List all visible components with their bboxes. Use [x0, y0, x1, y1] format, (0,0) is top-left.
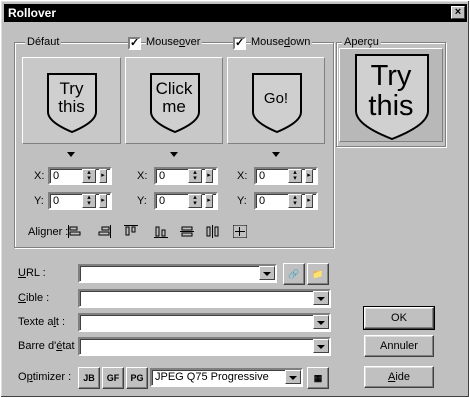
mousedown-y-slider-button[interactable]: ▸ — [305, 194, 313, 208]
help-button[interactable]: Aide — [364, 366, 434, 388]
alt-text-input[interactable] — [78, 313, 331, 332]
default-thumbnail[interactable]: Try this — [22, 57, 121, 144]
preview-panel: Try this — [339, 48, 443, 142]
optimize-dropdown-button[interactable] — [285, 370, 301, 384]
align-left-icon[interactable] — [68, 225, 82, 238]
link-icon: 🔗 — [288, 269, 300, 279]
preview-line1: Try — [370, 60, 412, 92]
title-bar: Rollover × — [4, 4, 467, 22]
jpeg-format-button[interactable]: JB — [78, 367, 100, 389]
optimize-select[interactable]: JPEG Q75 Progressive — [150, 368, 303, 387]
align-center-icon[interactable] — [233, 225, 247, 238]
preview-line2: this — [368, 90, 414, 123]
png-icon: PG — [130, 373, 144, 383]
align-center-horizontal-icon[interactable] — [206, 225, 220, 238]
url-dropdown-button[interactable] — [259, 266, 275, 280]
y-label: Y: — [34, 195, 44, 207]
default-x-slider-button[interactable]: ▸ — [99, 169, 107, 183]
close-icon: × — [454, 6, 462, 18]
chevron-down-icon[interactable] — [272, 152, 280, 157]
url-label: URL : — [18, 267, 46, 279]
gif-format-button[interactable]: GF — [102, 367, 124, 389]
mouseover-thumbnail[interactable]: Click me — [125, 57, 223, 144]
status-bar-label: Barre d'état : — [18, 340, 81, 352]
mousedown-thumb-line1: Go! — [263, 90, 289, 107]
mousedown-x-slider-button[interactable]: ▸ — [305, 169, 313, 183]
chevron-down-icon[interactable] — [67, 152, 75, 157]
align-bottom-icon[interactable] — [154, 225, 168, 238]
align-right-icon[interactable] — [97, 225, 111, 238]
mouseover-thumb-line2: me — [162, 96, 186, 116]
gif-icon: GF — [106, 373, 120, 383]
status-bar-dropdown-button[interactable] — [313, 339, 329, 353]
mouseover-y-slider-button[interactable]: ▸ — [205, 194, 213, 208]
mouseover-x-spinner[interactable]: ▴ ▾ — [188, 169, 202, 183]
x-label: X: — [237, 170, 248, 182]
default-state-label: Défaut — [25, 36, 62, 48]
mousedown-checkbox[interactable]: ✓ — [233, 37, 246, 50]
mousedown-y-spinner[interactable]: ▴ ▾ — [288, 194, 302, 208]
mouseover-y-spinner[interactable]: ▴ ▾ — [188, 194, 202, 208]
browse-link-button[interactable]: 🔗 — [283, 263, 305, 285]
mouseover-x-slider-button[interactable]: ▸ — [205, 169, 213, 183]
optimize-label: Optimizer : — [18, 371, 72, 383]
mouseover-checkbox[interactable]: ✓ — [128, 37, 141, 50]
window-title: Rollover — [8, 6, 57, 20]
y-label: Y: — [137, 195, 147, 207]
url-input[interactable] — [78, 264, 277, 283]
settings-icon: ▦ — [313, 373, 323, 383]
target-label: Cible : — [18, 292, 50, 304]
jpeg-icon: JB — [83, 373, 95, 383]
default-thumb-line1: Try — [59, 79, 84, 98]
chevron-down-icon[interactable] — [170, 152, 178, 157]
target-input[interactable] — [78, 289, 331, 308]
x-label: X: — [137, 170, 148, 182]
preview-label: Aperçu — [342, 36, 381, 48]
default-y-slider-button[interactable]: ▸ — [99, 194, 107, 208]
mouseover-thumb-line1: Click — [155, 79, 193, 98]
default-x-spinner[interactable]: ▴ ▾ — [82, 169, 96, 183]
target-dropdown-button[interactable] — [313, 291, 329, 305]
default-thumb-line2: this — [58, 96, 85, 116]
browse-file-button[interactable]: 📁 — [307, 263, 329, 285]
alt-text-label: Texte alt : — [18, 316, 66, 328]
alt-text-dropdown-button[interactable] — [313, 315, 329, 329]
optimize-settings-button[interactable]: ▦ — [307, 367, 329, 389]
status-bar-input[interactable] — [78, 337, 331, 356]
align-top-icon[interactable] — [124, 225, 138, 238]
x-label: X: — [34, 170, 45, 182]
align-label: Aligner : — [28, 226, 69, 238]
rollover-dialog: Rollover × Défaut ✓ Mouseover ✓ Mousedow… — [0, 0, 470, 398]
cancel-button[interactable]: Annuler — [364, 335, 434, 357]
mousedown-thumbnail[interactable]: Go! — [227, 57, 325, 144]
align-center-vertical-icon[interactable] — [180, 225, 194, 238]
y-label: Y: — [237, 195, 247, 207]
default-y-spinner[interactable]: ▴ ▾ — [82, 194, 96, 208]
ok-button[interactable]: OK — [363, 306, 435, 330]
mouseover-label[interactable]: Mouseover — [146, 35, 203, 49]
folder-icon: 📁 — [312, 269, 324, 279]
mousedown-label[interactable]: Mousedown — [251, 35, 313, 49]
close-button[interactable]: × — [451, 6, 465, 19]
png-format-button[interactable]: PG — [126, 367, 148, 389]
mousedown-x-spinner[interactable]: ▴ ▾ — [288, 169, 302, 183]
